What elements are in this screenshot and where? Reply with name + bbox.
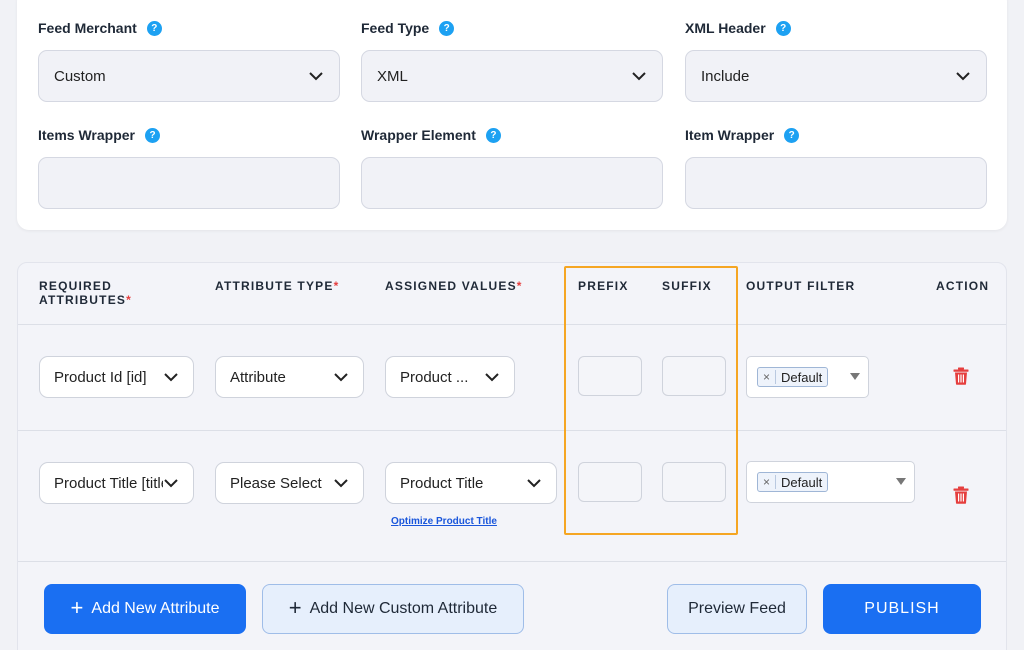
required-attribute-select[interactable]: Product Id [id] bbox=[39, 356, 194, 398]
chevron-down-icon bbox=[527, 479, 541, 488]
help-icon[interactable]: ? bbox=[146, 20, 162, 36]
trash-icon[interactable] bbox=[953, 367, 969, 385]
suffix-input[interactable] bbox=[662, 356, 726, 396]
feed-type-label: Feed Type ? bbox=[361, 18, 455, 38]
chevron-down-icon bbox=[956, 72, 970, 81]
wrapper-element-input[interactable] bbox=[361, 157, 663, 209]
header-divider bbox=[18, 324, 1006, 325]
header-required-attributes: REQUIRED ATTRIBUTES* bbox=[39, 279, 132, 307]
chevron-down-icon bbox=[632, 72, 646, 81]
row-divider bbox=[18, 430, 1006, 431]
assigned-value-select[interactable]: Product ... bbox=[385, 356, 515, 398]
row-divider bbox=[18, 561, 1006, 562]
optimize-product-title-link[interactable]: Optimize Product Title bbox=[391, 516, 497, 527]
header-assigned-values: ASSIGNED VALUES* bbox=[385, 279, 523, 293]
chevron-down-icon bbox=[309, 72, 323, 81]
items-wrapper-label: Items Wrapper ? bbox=[38, 125, 160, 145]
assigned-value-select[interactable]: Product Title bbox=[385, 462, 557, 504]
attribute-type-select[interactable]: Attribute bbox=[215, 356, 364, 398]
chevron-down-icon bbox=[164, 479, 178, 488]
help-icon[interactable]: ? bbox=[784, 127, 800, 143]
help-icon[interactable]: ? bbox=[485, 127, 501, 143]
item-wrapper-label: Item Wrapper ? bbox=[685, 125, 800, 145]
attribute-type-select[interactable]: Please Select bbox=[215, 462, 364, 504]
remove-tag-icon[interactable]: × bbox=[758, 370, 777, 384]
xml-header-label: XML Header ? bbox=[685, 18, 791, 38]
chevron-down-icon bbox=[334, 373, 348, 382]
item-wrapper-input[interactable] bbox=[685, 157, 987, 209]
plus-icon: + bbox=[70, 594, 84, 620]
filter-tag: × Default bbox=[757, 367, 829, 387]
required-attribute-select[interactable]: Product Title [title bbox=[39, 462, 194, 504]
add-new-custom-attribute-button[interactable]: + Add New Custom Attribute bbox=[262, 584, 524, 634]
items-wrapper-input[interactable] bbox=[38, 157, 340, 209]
feed-merchant-label: Feed Merchant ? bbox=[38, 18, 162, 38]
help-icon[interactable]: ? bbox=[145, 127, 160, 143]
filter-tag: × Default bbox=[757, 472, 829, 492]
header-attribute-type: ATTRIBUTE TYPE* bbox=[215, 279, 340, 293]
chevron-down-icon bbox=[485, 373, 499, 382]
caret-down-icon bbox=[896, 478, 906, 485]
suffix-input[interactable] bbox=[662, 462, 726, 502]
output-filter-select[interactable]: × Default bbox=[746, 461, 915, 503]
prefix-input[interactable] bbox=[578, 462, 642, 502]
remove-tag-icon[interactable]: × bbox=[758, 475, 777, 489]
header-prefix: PREFIX bbox=[578, 279, 629, 293]
prefix-input[interactable] bbox=[578, 356, 642, 396]
xml-header-select[interactable]: Include bbox=[685, 50, 987, 102]
add-new-attribute-button[interactable]: + Add New Attribute bbox=[44, 584, 246, 634]
publish-button[interactable]: PUBLISH bbox=[823, 584, 981, 634]
chevron-down-icon bbox=[164, 373, 178, 382]
wrapper-element-label: Wrapper Element ? bbox=[361, 125, 501, 145]
output-filter-select[interactable]: × Default bbox=[746, 356, 869, 398]
header-output-filter: OUTPUT FILTER bbox=[746, 279, 856, 293]
help-icon[interactable]: ? bbox=[439, 20, 455, 36]
feed-type-select[interactable]: XML bbox=[361, 50, 663, 102]
header-suffix: SUFFIX bbox=[662, 279, 712, 293]
feed-merchant-select[interactable]: Custom bbox=[38, 50, 340, 102]
chevron-down-icon bbox=[334, 479, 348, 488]
header-action: ACTION bbox=[936, 279, 990, 293]
plus-icon: + bbox=[288, 594, 302, 620]
trash-icon[interactable] bbox=[953, 486, 969, 504]
caret-down-icon bbox=[850, 373, 860, 380]
help-icon[interactable]: ? bbox=[775, 20, 791, 36]
preview-feed-button[interactable]: Preview Feed bbox=[667, 584, 807, 634]
